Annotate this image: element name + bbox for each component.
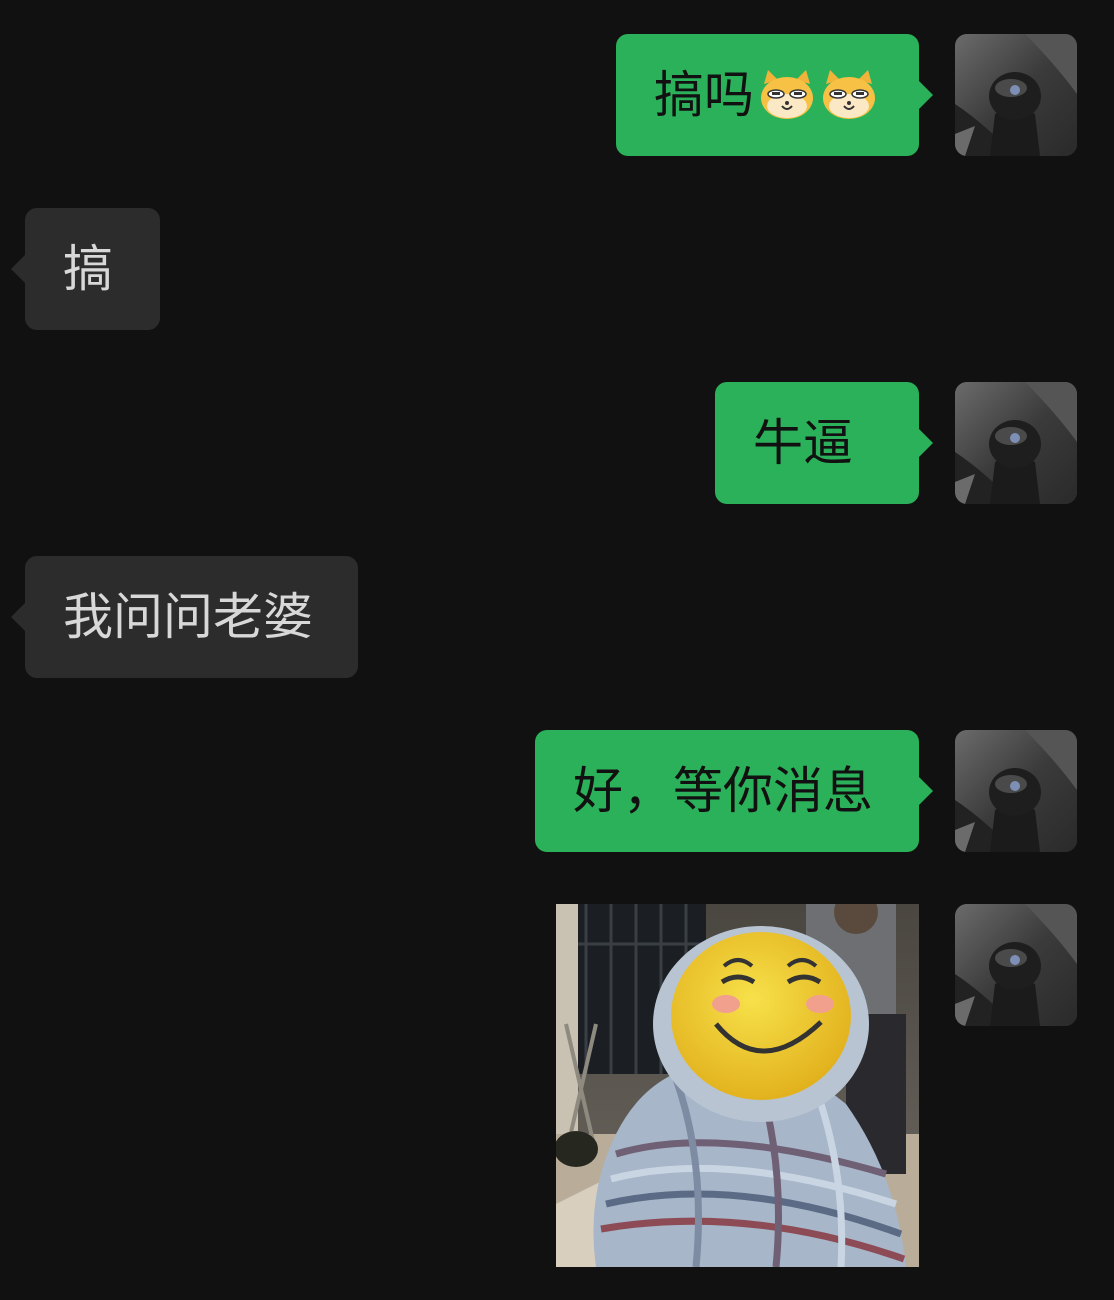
gear-shift-knob-avatar-icon (955, 34, 1077, 156)
message-text: 我问问老婆 (63, 588, 313, 646)
gear-shift-knob-avatar-icon (955, 904, 1077, 1026)
message-text: 搞吗 (654, 66, 754, 124)
avatar[interactable] (955, 382, 1077, 504)
avatar[interactable] (955, 730, 1077, 852)
message-text: 牛逼 (753, 414, 853, 472)
message-bubble-incoming[interactable]: 我问问老婆 (11, 556, 358, 678)
doge-cat-emoji-icon (820, 70, 878, 120)
gear-shift-knob-avatar-icon (955, 730, 1077, 852)
chat-window: 搞吗 搞 牛逼 我问问老婆 好，等你消息 (0, 0, 1114, 1300)
smiley-face-mask-photo-icon (556, 904, 919, 1267)
image-message[interactable] (556, 904, 919, 1267)
avatar[interactable] (955, 34, 1077, 156)
message-text: 好，等你消息 (573, 762, 873, 820)
message-bubble-incoming[interactable]: 搞 (11, 208, 160, 330)
message-bubble-outgoing[interactable]: 好，等你消息 (535, 730, 933, 852)
gear-shift-knob-avatar-icon (955, 382, 1077, 504)
message-text: 搞 (63, 240, 113, 298)
doge-cat-emoji-icon (758, 70, 816, 120)
avatar[interactable] (955, 904, 1077, 1026)
message-bubble-outgoing[interactable]: 牛逼 (715, 382, 933, 504)
message-bubble-outgoing[interactable]: 搞吗 (616, 34, 933, 156)
